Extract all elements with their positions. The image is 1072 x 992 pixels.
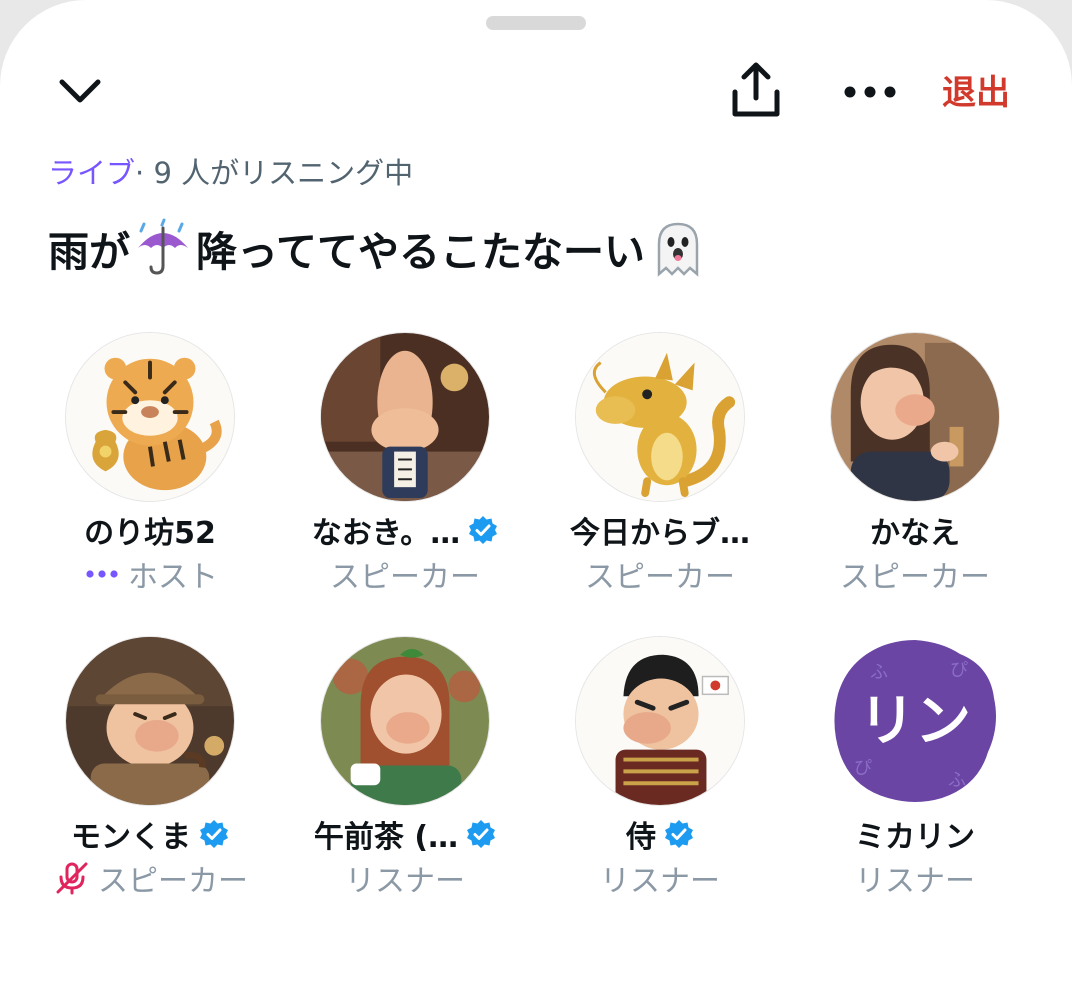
umbrella-rain-emoji [130,218,196,278]
role-row: リスナー [785,856,1045,900]
name-row: 午前茶 (… [275,812,535,856]
role-row: スピーカー [530,552,790,596]
svg-text:ぴ: ぴ [854,758,872,779]
role-row: スピーカー [20,856,280,900]
svg-text:ふ: ふ [948,770,966,791]
more-icon[interactable] [838,72,902,112]
space-title: 雨が 降っててやるこたなーい [48,216,711,280]
participant-name: モンくま [71,820,191,855]
name-row: 侍 [530,812,790,856]
sheet-grabber[interactable] [486,16,586,30]
avatar[interactable] [65,636,235,806]
participant-name: ミカリン [855,820,975,855]
space-sheet: 退出 ライブ· 9 人がリスニング中 雨が 降っててやるこたなーい のり坊52 … [0,0,1072,992]
participant-role: リスナー [345,864,465,899]
verified-badge-icon [200,820,228,848]
svg-text:ふ: ふ [870,662,888,683]
verified-badge-icon [665,820,693,848]
avatar[interactable] [575,636,745,806]
participant-name: のり坊52 [84,516,216,551]
name-row: かなえ [785,508,1045,552]
participant-role: スピーカー [330,560,480,595]
participant-role: ホスト [128,560,218,595]
role-row: スピーカー [275,552,535,596]
name-row: 今日からブ… [530,508,790,552]
participant-name: 午前茶 (… [313,820,459,855]
role-row: スピーカー [785,552,1045,596]
participant-name: かなえ [870,516,960,551]
chevron-down-icon[interactable] [56,70,104,114]
participant-name: 侍 [626,820,656,855]
participant-role: リスナー [600,864,720,899]
participant-name: なおき。… [311,516,461,551]
leave-button[interactable]: 退出 [942,68,1010,118]
svg-text:ぴ: ぴ [950,660,968,681]
space-status: ライブ· 9 人がリスニング中 [48,150,413,192]
avatar-text: リン [859,689,971,754]
title-text-1: 雨が [48,228,130,276]
avatar[interactable] [320,332,490,502]
participant-role: スピーカー [98,864,248,899]
name-row: モンくま [20,812,280,856]
name-row: ミカリン [785,812,1045,856]
participant-name: 今日からブ… [570,516,750,551]
role-row: リスナー [275,856,535,900]
role-row: リスナー [530,856,790,900]
live-label: ライブ [48,156,136,190]
participant-role: リスナー [855,864,975,899]
avatar[interactable] [575,332,745,502]
speaking-dots-icon [86,570,118,578]
verified-badge-icon [469,516,498,544]
ghost-emoji [645,218,711,278]
name-row: なおき。… [275,508,535,552]
avatar[interactable] [320,636,490,806]
participant-role: スピーカー [585,560,735,595]
listener-count: · 9 人がリスニング中 [135,156,414,190]
participant-role: スピーカー [840,560,990,595]
avatar[interactable]: ふ ぴ ぴ ふ リン [830,636,1000,806]
share-icon[interactable] [726,60,786,120]
avatar[interactable] [830,332,1000,502]
title-text-2: 降っててやるこたなーい [196,228,645,276]
avatar[interactable] [65,332,235,502]
verified-badge-icon [467,820,496,848]
role-row: ホスト [20,552,280,596]
name-row: のり坊52 [20,508,280,552]
mic-muted-icon [56,862,88,895]
